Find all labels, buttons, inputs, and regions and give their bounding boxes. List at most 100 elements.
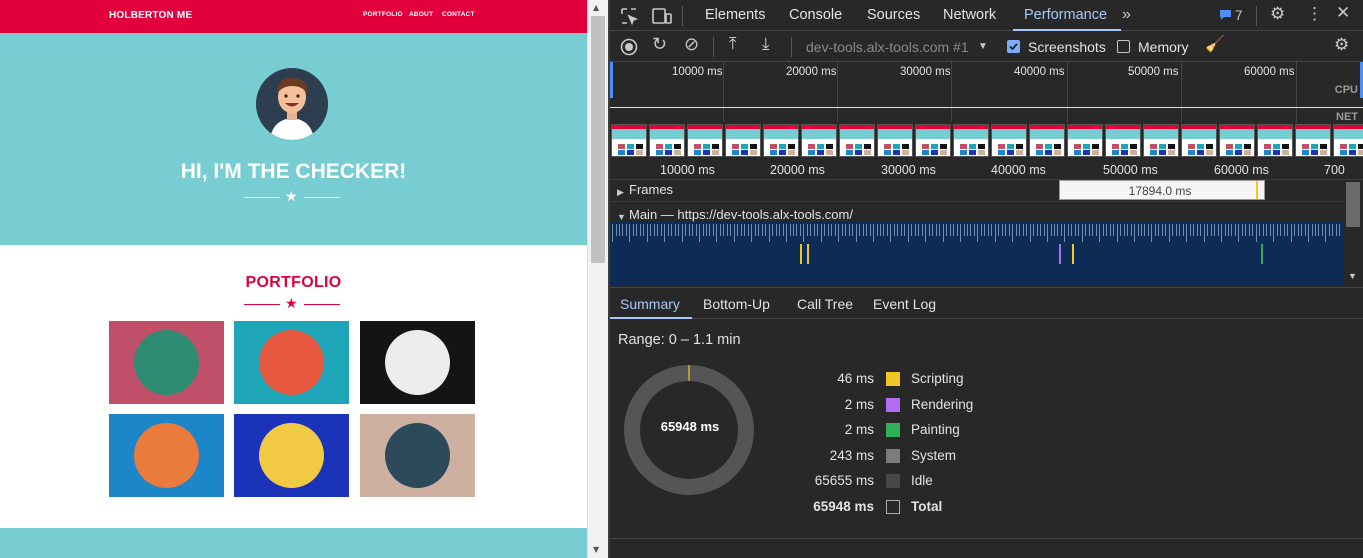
chevron-down-icon[interactable]: ▼ bbox=[978, 39, 988, 55]
screenshot-thumbnail[interactable] bbox=[725, 124, 761, 157]
ruler-tick: 10000 ms bbox=[660, 163, 715, 177]
overview-tick: 60000 ms bbox=[1244, 66, 1295, 78]
performance-toolbar: ↻ ⊘ ⤒ ⤓ dev-tools.alx-tools.com #1 ▼ Scr… bbox=[610, 31, 1363, 62]
garbage-collect-icon[interactable]: 🧹 bbox=[1205, 37, 1225, 53]
flamechart-scrollbar[interactable]: ▲ ▼ bbox=[1343, 180, 1363, 286]
screenshot-thumbnail[interactable] bbox=[1143, 124, 1179, 157]
settings-icon[interactable]: ⚙ bbox=[1270, 5, 1285, 22]
inspect-element-icon[interactable] bbox=[620, 7, 639, 29]
device-toolbar-icon[interactable] bbox=[652, 7, 672, 29]
frame-duration: 17894.0 ms bbox=[1128, 184, 1192, 198]
screenshot-thumbnail[interactable] bbox=[763, 124, 799, 157]
scroll-up-icon[interactable]: ▲ bbox=[593, 3, 599, 12]
nav-portfolio[interactable]: PORTFOLIO bbox=[363, 11, 403, 18]
portfolio-item-cake[interactable] bbox=[234, 321, 349, 404]
screenshots-label[interactable]: Screenshots bbox=[1028, 39, 1106, 55]
overview-tick: 40000 ms bbox=[1014, 66, 1065, 78]
tab-event-log[interactable]: Event Log bbox=[873, 296, 936, 312]
cabin-icon bbox=[134, 330, 199, 395]
page-scroll-thumb[interactable] bbox=[591, 16, 605, 263]
screenshot-thumbnail[interactable] bbox=[991, 124, 1027, 157]
color-swatch bbox=[886, 372, 900, 386]
close-icon[interactable]: ✕ bbox=[1336, 4, 1350, 21]
details-tabbar: Summary Bottom-Up Call Tree Event Log bbox=[610, 287, 1363, 319]
portfolio-title: PORTFOLIO bbox=[245, 274, 342, 291]
range-handle-left[interactable] bbox=[610, 62, 613, 98]
color-swatch bbox=[886, 448, 900, 463]
recording-target-select[interactable]: dev-tools.alx-tools.com #1 bbox=[806, 39, 969, 55]
more-tabs-icon[interactable]: » bbox=[1122, 7, 1131, 23]
screenshot-thumbnail[interactable] bbox=[1333, 124, 1363, 157]
screenshot-thumbnail[interactable] bbox=[839, 124, 875, 157]
record-icon[interactable] bbox=[620, 38, 638, 60]
tab-console[interactable]: Console bbox=[789, 7, 842, 23]
ruler-tick: 50000 ms bbox=[1103, 163, 1158, 177]
site-brand[interactable]: HOLBERTON ME bbox=[109, 10, 192, 21]
summary-value: 65948 ms bbox=[813, 498, 874, 514]
screenshot-thumbnail[interactable] bbox=[649, 124, 685, 157]
kebab-menu-icon[interactable]: ⋮ bbox=[1306, 5, 1323, 22]
tab-summary[interactable]: Summary bbox=[620, 296, 680, 312]
portfolio-divider: ★ bbox=[0, 296, 587, 312]
screenshot-thumbnail[interactable] bbox=[1029, 124, 1065, 157]
summary-label: System bbox=[911, 447, 957, 463]
range-label: Range: 0 – 1.1 min bbox=[618, 332, 741, 348]
screenshot-thumbnail[interactable] bbox=[1295, 124, 1331, 157]
tab-performance[interactable]: Performance bbox=[1024, 7, 1107, 23]
tab-call-tree[interactable]: Call Tree bbox=[797, 296, 853, 312]
screenshot-thumbnail[interactable] bbox=[915, 124, 951, 157]
tab-bottom-up[interactable]: Bottom-Up bbox=[703, 296, 770, 312]
portfolio-item-submarine[interactable] bbox=[360, 414, 475, 497]
circus-tent-icon bbox=[385, 330, 450, 395]
page-scrollbar[interactable]: ▲ ▼ bbox=[587, 0, 608, 558]
portfolio-item-gamepad[interactable] bbox=[109, 414, 224, 497]
portfolio-item-cabin[interactable] bbox=[109, 321, 224, 404]
portfolio-item-safe[interactable] bbox=[234, 414, 349, 497]
summary-value: 2 ms bbox=[844, 422, 874, 437]
summary-label: Total bbox=[911, 498, 943, 514]
frames-track-label[interactable]: Frames bbox=[629, 182, 673, 197]
upload-profile-icon[interactable]: ⤒ bbox=[729, 35, 737, 52]
download-profile-icon[interactable]: ⤓ bbox=[762, 35, 770, 52]
screenshot-thumbnail[interactable] bbox=[953, 124, 989, 157]
donut-total: 65948 ms bbox=[660, 419, 720, 434]
summary-label: Painting bbox=[911, 422, 960, 437]
screenshot-thumbnail[interactable] bbox=[1067, 124, 1103, 157]
avatar bbox=[256, 68, 328, 140]
overview-tick: 50000 ms bbox=[1128, 66, 1179, 78]
main-thread-flamechart[interactable] bbox=[610, 222, 1343, 286]
screenshot-thumbnail[interactable] bbox=[1257, 124, 1293, 157]
reload-record-icon[interactable]: ↻ bbox=[652, 35, 667, 53]
issues-count[interactable]: 7 bbox=[1235, 8, 1243, 23]
nav-contact[interactable]: CONTACT bbox=[442, 11, 475, 18]
nav-about[interactable]: ABOUT bbox=[409, 11, 433, 18]
expand-frames-icon[interactable]: ▶ bbox=[617, 184, 624, 200]
screenshot-thumbnail[interactable] bbox=[611, 124, 647, 157]
portfolio-item-circus[interactable] bbox=[360, 321, 475, 404]
screenshot-thumbnail[interactable] bbox=[1105, 124, 1141, 157]
screenshots-checkbox[interactable] bbox=[1007, 40, 1020, 53]
summary-row-painting: 2 ms Painting bbox=[790, 420, 1090, 440]
screenshot-thumbnail[interactable] bbox=[801, 124, 837, 157]
screenshot-thumbnail[interactable] bbox=[1181, 124, 1217, 157]
memory-checkbox[interactable] bbox=[1117, 40, 1130, 53]
memory-label[interactable]: Memory bbox=[1138, 39, 1189, 55]
main-track-label[interactable]: Main — https://dev-tools.alx-tools.com/ bbox=[629, 207, 853, 222]
clear-icon[interactable]: ⊘ bbox=[684, 35, 699, 53]
screenshot-thumbnail[interactable] bbox=[687, 124, 723, 157]
screenshot-thumbnail[interactable] bbox=[1219, 124, 1255, 157]
screenshot-thumbnail[interactable] bbox=[877, 124, 913, 157]
timeline-overview[interactable]: 10000 ms 20000 ms 30000 ms 40000 ms 5000… bbox=[610, 62, 1363, 160]
frame-block[interactable]: 17894.0 ms bbox=[1059, 180, 1265, 200]
overview-tick: 10000 ms bbox=[672, 66, 723, 78]
tab-elements[interactable]: Elements bbox=[705, 7, 765, 23]
issues-icon[interactable] bbox=[1219, 9, 1232, 25]
star-icon: ★ bbox=[285, 189, 298, 205]
summary-value: 243 ms bbox=[829, 447, 874, 463]
summary-value: 65655 ms bbox=[814, 473, 874, 488]
tab-network[interactable]: Network bbox=[943, 7, 996, 23]
tab-sources[interactable]: Sources bbox=[867, 7, 920, 23]
scroll-down-icon[interactable]: ▼ bbox=[1348, 268, 1357, 284]
scroll-down-icon[interactable]: ▼ bbox=[593, 545, 599, 554]
capture-settings-icon[interactable]: ⚙ bbox=[1334, 36, 1349, 53]
